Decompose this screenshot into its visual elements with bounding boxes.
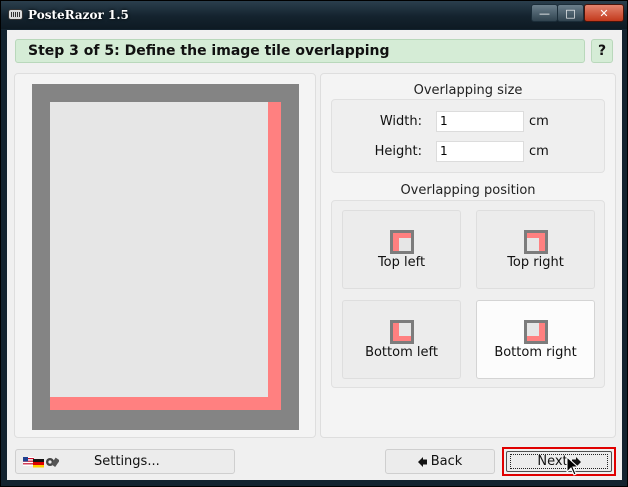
help-button[interactable]: ?	[591, 39, 613, 63]
back-button[interactable]: Back	[385, 449, 495, 474]
overlap-bottom-left-icon	[390, 320, 414, 344]
next-button-highlight: Next	[502, 447, 616, 476]
step-header: Step 3 of 5: Define the image tile overl…	[15, 39, 585, 63]
back-label: Back	[430, 454, 463, 469]
app-icon[interactable]	[8, 9, 23, 20]
language-flags-icon	[23, 457, 59, 468]
next-label: Next	[537, 454, 568, 469]
overlap-bottom-right-icon	[524, 320, 548, 344]
next-button[interactable]: Next	[506, 451, 612, 472]
settings-label: Settings...	[94, 454, 160, 469]
bottom-right-button[interactable]: Bottom right	[476, 300, 595, 379]
width-unit: cm	[529, 114, 549, 129]
top-left-button[interactable]: Top left	[342, 210, 461, 289]
window-title: PosteRazor 1.5	[28, 8, 129, 22]
minimize-button[interactable]: —	[531, 4, 558, 22]
preview-panel	[14, 73, 316, 438]
mouse-cursor-icon	[566, 456, 580, 476]
back-arrow-icon	[417, 456, 427, 467]
settings-button[interactable]: Settings...	[15, 449, 235, 474]
bottom-right-label: Bottom right	[494, 345, 577, 360]
height-label: Height:	[374, 144, 422, 159]
overlapping-size-group: Width: 1 cm Height: 1 cm	[331, 99, 605, 173]
overlapping-position-title: Overlapping position	[400, 183, 536, 198]
page-title: Step 3 of 5: Define the image tile overl…	[28, 43, 390, 59]
bottom-left-button[interactable]: Bottom left	[342, 300, 461, 379]
app-window: PosteRazor 1.5 — □ ✕ Step 3 of 5: Define…	[0, 0, 628, 487]
top-right-button[interactable]: Top right	[476, 210, 595, 289]
preview-canvas	[32, 84, 299, 430]
height-unit: cm	[529, 144, 549, 159]
top-right-label: Top right	[507, 255, 564, 270]
maximize-button[interactable]: □	[557, 4, 584, 22]
overlapping-position-group: Top left Top right Bottom left Bottom ri…	[331, 200, 605, 388]
top-left-label: Top left	[377, 255, 426, 270]
close-button[interactable]: ✕	[584, 4, 624, 22]
overlap-top-right-icon	[524, 230, 548, 254]
overlap-top-left-icon	[390, 230, 414, 254]
title-bar[interactable]: PosteRazor 1.5 — □ ✕	[1, 1, 627, 29]
width-field[interactable]: 1	[436, 111, 524, 132]
image-tile	[50, 102, 268, 397]
bottom-left-label: Bottom left	[365, 345, 438, 360]
settings-panel: Overlapping size Width: 1 cm Height: 1 c…	[320, 73, 616, 438]
width-label: Width:	[379, 114, 422, 129]
overlapping-size-title: Overlapping size	[413, 83, 523, 98]
client-area: Step 3 of 5: Define the image tile overl…	[7, 30, 622, 480]
height-field[interactable]: 1	[436, 141, 524, 162]
